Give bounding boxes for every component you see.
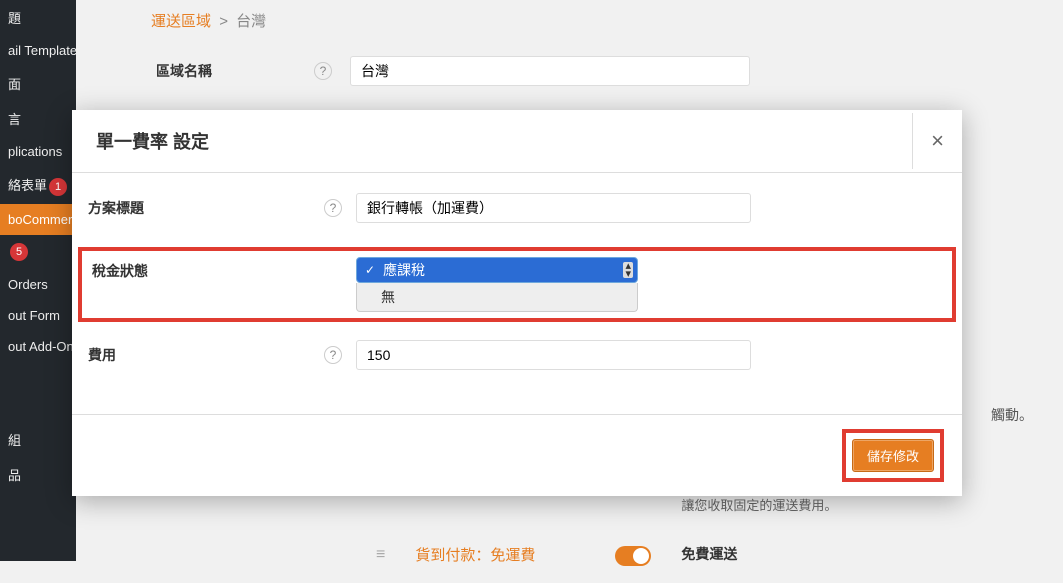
modal-header: 單一費率 設定 × xyxy=(72,110,962,173)
tax-status-highlight: 稅金狀態 ✓ 應課稅 無 xyxy=(78,247,956,322)
save-button[interactable]: 儲存修改 xyxy=(852,439,934,472)
check-icon: ✓ xyxy=(365,263,375,277)
tax-status-row: 稅金狀態 ✓ 應課稅 無 xyxy=(88,257,946,312)
plan-title-input[interactable] xyxy=(356,193,751,223)
fee-label: 費用 xyxy=(84,345,324,365)
fee-row: 費用 ? xyxy=(84,340,950,370)
fee-input[interactable] xyxy=(356,340,751,370)
close-icon[interactable]: × xyxy=(912,113,962,169)
flat-rate-settings-modal: 單一費率 設定 × 方案標題 ? 稅金狀態 ✓ 應課稅 xyxy=(72,110,962,496)
modal-overlay: 單一費率 設定 × 方案標題 ? 稅金狀態 ✓ 應課稅 xyxy=(0,0,1063,561)
select-option-label: 應課稅 xyxy=(383,260,425,280)
save-highlight: 儲存修改 xyxy=(842,429,944,482)
select-arrows-icon xyxy=(623,262,633,278)
modal-body: 方案標題 ? 稅金狀態 ✓ 應課稅 無 xyxy=(72,173,962,414)
tax-status-label: 稅金狀態 xyxy=(88,257,328,281)
select-selected-option[interactable]: ✓ 應課稅 xyxy=(356,257,638,283)
tax-status-select[interactable]: ✓ 應課稅 無 xyxy=(356,257,646,312)
plan-title-row: 方案標題 ? xyxy=(84,193,950,223)
modal-title: 單一費率 設定 xyxy=(72,110,233,172)
modal-footer: 儲存修改 xyxy=(72,414,962,496)
help-icon[interactable]: ? xyxy=(324,199,342,217)
select-option[interactable]: 無 xyxy=(356,283,638,312)
help-icon[interactable]: ? xyxy=(324,346,342,364)
plan-title-label: 方案標題 xyxy=(84,198,324,218)
